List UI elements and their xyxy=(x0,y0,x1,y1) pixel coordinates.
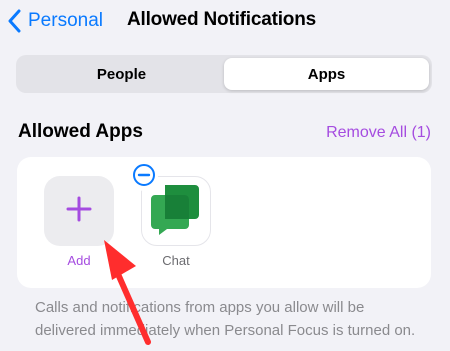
segmented-control: People Apps xyxy=(16,55,432,93)
remove-all-button[interactable]: Remove All (1) xyxy=(326,124,431,142)
segment-people[interactable]: People xyxy=(19,58,224,90)
google-chat-icon xyxy=(151,183,201,240)
minus-circle-icon xyxy=(133,163,155,191)
back-label: Personal xyxy=(28,10,103,31)
navigation-bar: Personal Allowed Notifications xyxy=(0,0,450,44)
page-title: Allowed Notifications xyxy=(127,9,316,30)
remove-app-button[interactable] xyxy=(130,163,158,191)
footer-description: Calls and notifications from apps you al… xyxy=(35,299,416,339)
section-title: Allowed Apps xyxy=(18,121,143,142)
segment-apps[interactable]: Apps xyxy=(224,58,429,90)
plus-icon xyxy=(66,196,92,227)
red-arrow-annotation xyxy=(98,236,158,351)
back-button[interactable]: Personal xyxy=(8,6,103,36)
chevron-left-icon xyxy=(8,9,22,33)
